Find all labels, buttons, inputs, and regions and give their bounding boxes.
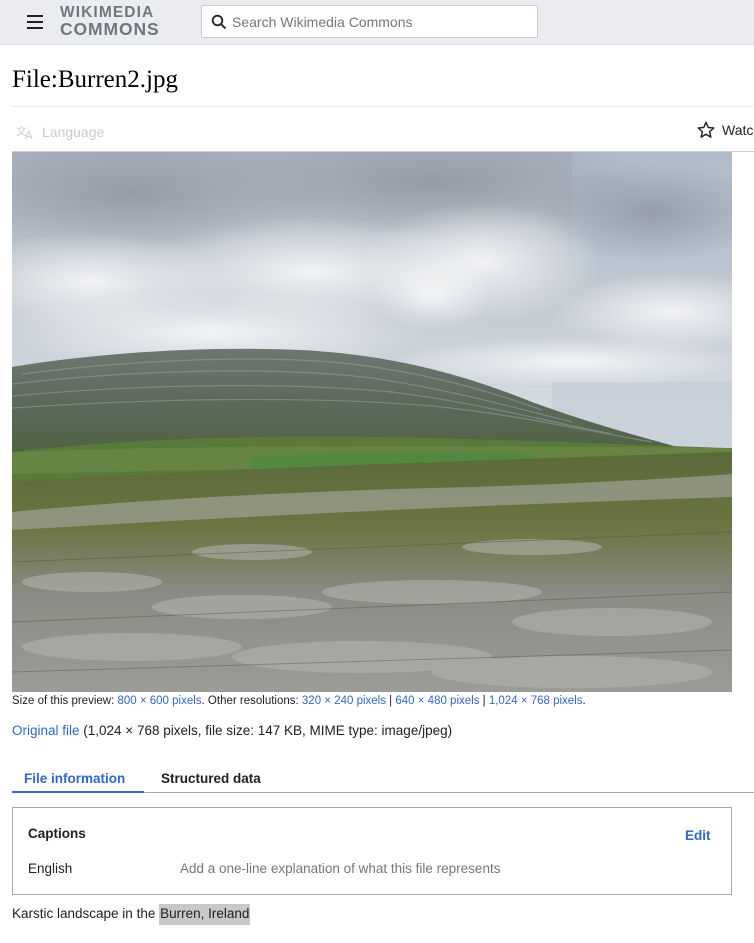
separator: |	[479, 695, 489, 707]
separator: |	[385, 695, 396, 707]
preview-size-label: Size of this preview:	[12, 695, 118, 707]
other-resolutions-label: . Other resolutions:	[201, 695, 302, 707]
file-tabs: File information Structured data	[12, 764, 754, 793]
svg-text:A: A	[25, 129, 33, 140]
logo-line-2: COMMONS	[60, 19, 160, 39]
description-text: Karstic landscape in the	[12, 906, 160, 921]
description-highlight: Burren, Ireland	[159, 904, 251, 925]
caption-language: English	[28, 861, 73, 876]
language-label: Language	[42, 124, 105, 140]
watch-label: Watch	[722, 122, 754, 138]
tab-structured-data[interactable]: Structured data	[161, 771, 261, 786]
site-header: WIKIMEDIA COMMONS	[0, 0, 754, 45]
captions-edit-button[interactable]: Edit	[685, 828, 711, 843]
original-file-info: Original file (1,024 × 768 pixels, file …	[12, 723, 452, 738]
search-input[interactable]	[232, 6, 532, 37]
original-file-details: (1,024 × 768 pixels, file size: 147 KB, …	[79, 723, 453, 738]
search-box[interactable]	[201, 5, 538, 38]
file-description: Karstic landscape in the Burren, Ireland	[12, 904, 251, 925]
resolution-320-link[interactable]: 320 × 240 pixels	[302, 695, 386, 707]
tab-file-information[interactable]: File information	[12, 771, 144, 793]
preview-size-link[interactable]: 800 × 600 pixels	[117, 695, 201, 707]
resolution-info: Size of this preview: 800 × 600 pixels. …	[12, 695, 586, 707]
caption-placeholder[interactable]: Add a one-line explanation of what this …	[180, 861, 500, 876]
period: .	[582, 695, 586, 707]
search-icon	[211, 14, 227, 30]
star-icon	[697, 121, 715, 138]
watch-button[interactable]: Watch	[697, 121, 754, 139]
wikimedia-commons-logo[interactable]: WIKIMEDIA COMMONS	[60, 5, 160, 39]
language-button[interactable]: 文 A Language	[16, 121, 104, 143]
captions-panel: Captions Edit English Add a one-line exp…	[12, 807, 732, 895]
original-file-link[interactable]: Original file	[12, 723, 80, 738]
file-preview-image[interactable]	[12, 152, 732, 692]
page-title: File:Burren2.jpg	[12, 66, 178, 93]
title-divider	[12, 106, 754, 107]
captions-heading: Captions	[28, 826, 86, 841]
language-icon: 文 A	[16, 124, 33, 140]
menu-icon[interactable]	[24, 12, 46, 32]
resolution-1024-link[interactable]: 1,024 × 768 pixels	[489, 695, 583, 707]
resolution-640-link[interactable]: 640 × 480 pixels	[395, 695, 479, 707]
